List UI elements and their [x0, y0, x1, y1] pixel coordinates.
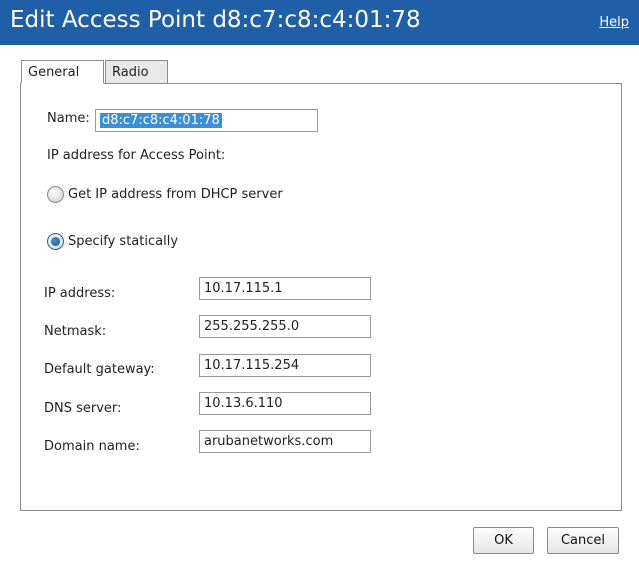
tab-radio[interactable]: Radio [105, 60, 168, 84]
netmask-field[interactable] [199, 315, 371, 338]
dialog-title: Edit Access Point d8:c7:c8:c4:01:78 [10, 7, 421, 33]
dialog-titlebar: Edit Access Point d8:c7:c8:c4:01:78 Help [0, 0, 639, 45]
default-gateway-label: Default gateway: [44, 362, 155, 377]
dns-server-label: DNS server: [44, 401, 122, 416]
radio-static-label: Specify statically [68, 233, 179, 249]
help-link[interactable]: Help [599, 15, 629, 30]
ip-section-label: IP address for Access Point: [47, 148, 226, 163]
radio-dhcp-button[interactable] [47, 185, 64, 203]
ip-address-field[interactable] [199, 277, 371, 300]
radio-static-button[interactable] [47, 232, 64, 250]
radio-dhcp-label: Get IP address from DHCP server [68, 186, 283, 202]
ip-address-label: IP address: [44, 286, 116, 301]
domain-name-field[interactable] [199, 430, 371, 453]
default-gateway-field[interactable] [199, 354, 371, 377]
name-field[interactable]: d8:c7:c8:c4:01:78 [95, 109, 318, 132]
radio-dhcp[interactable]: Get IP address from DHCP server [47, 182, 283, 206]
dns-server-field[interactable] [199, 392, 371, 415]
tab-general[interactable]: General [21, 60, 104, 84]
domain-name-label: Domain name: [44, 439, 140, 454]
cancel-button[interactable]: Cancel [547, 527, 619, 554]
netmask-label: Netmask: [44, 324, 107, 339]
ok-button[interactable]: OK [473, 527, 534, 554]
name-field-selected-text: d8:c7:c8:c4:01:78 [100, 113, 222, 128]
name-label: Name: [47, 111, 90, 126]
radio-static[interactable]: Specify statically [47, 229, 178, 253]
